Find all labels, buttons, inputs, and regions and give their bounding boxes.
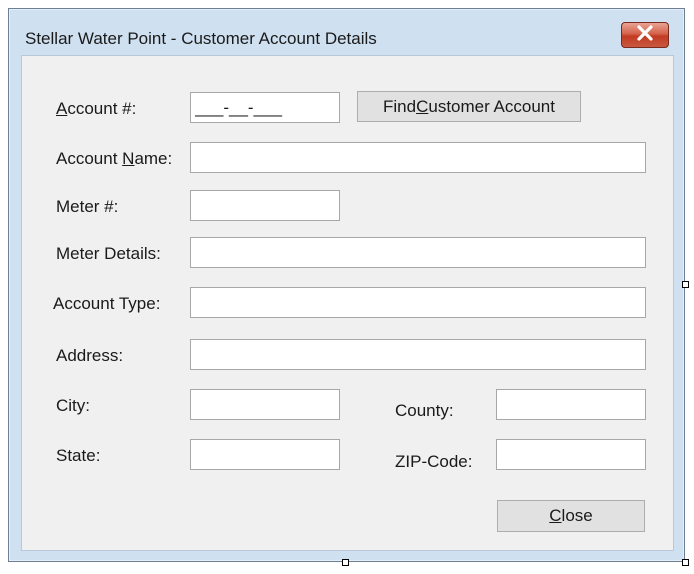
zip-code-label: ZIP-Code: xyxy=(395,452,473,471)
dialog-window: Stellar Water Point - Customer Account D… xyxy=(8,8,685,562)
county-label: County: xyxy=(395,401,454,420)
county-field[interactable] xyxy=(496,389,646,420)
account-name-label: Account Name: xyxy=(56,149,173,168)
address-field[interactable] xyxy=(190,339,646,370)
address-label: Address: xyxy=(56,346,124,365)
resize-handle-bottom[interactable] xyxy=(342,559,349,566)
resize-handle-right[interactable] xyxy=(682,281,689,288)
zip-code-field[interactable] xyxy=(496,439,646,470)
meter-details-field[interactable] xyxy=(190,237,646,268)
account-type-label: Account Type: xyxy=(53,294,161,313)
window-title: Stellar Water Point - Customer Account D… xyxy=(25,29,377,48)
close-button[interactable]: Close xyxy=(497,500,645,532)
state-field[interactable] xyxy=(190,439,340,470)
window-close-button[interactable] xyxy=(621,22,669,48)
city-label: City: xyxy=(56,396,90,415)
meter-number-label: Meter #: xyxy=(56,197,119,216)
account-type-field[interactable] xyxy=(190,287,646,318)
account-number-label: Account #: xyxy=(56,99,137,118)
form-area: Account #: Find Customer Account Account… xyxy=(21,55,674,551)
meter-details-label: Meter Details: xyxy=(56,244,161,263)
account-name-field[interactable] xyxy=(190,142,646,173)
find-customer-account-button[interactable]: Find Customer Account xyxy=(357,91,581,122)
meter-number-field[interactable] xyxy=(190,190,340,221)
resize-handle-corner[interactable] xyxy=(682,559,689,566)
state-label: State: xyxy=(56,446,101,465)
account-number-field[interactable] xyxy=(190,92,340,123)
close-icon xyxy=(636,24,654,46)
city-field[interactable] xyxy=(190,389,340,420)
